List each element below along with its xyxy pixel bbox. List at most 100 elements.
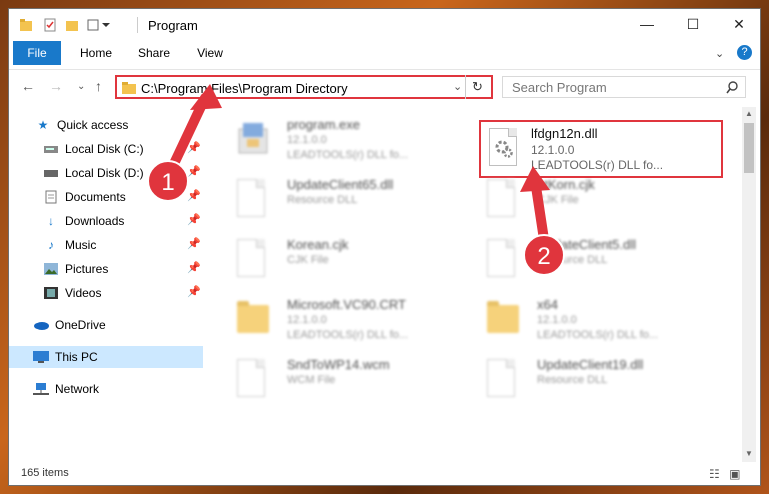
folder-icon <box>487 299 519 339</box>
computer-icon <box>33 349 49 365</box>
pin-icon[interactable]: 📌 <box>187 165 201 178</box>
file-description: LEADTOOLS(r) DLL fo... <box>287 149 409 161</box>
file-description: LEADTOOLS(r) DLL fo... <box>287 329 409 341</box>
videos-icon <box>43 285 59 301</box>
back-arrow-icon[interactable]: ← <box>21 78 35 94</box>
nav-music[interactable]: ♪ Music 📌 <box>9 234 203 256</box>
forward-arrow-icon[interactable]: → <box>49 78 63 94</box>
recent-locations-chevron-icon[interactable]: ⌄ <box>77 81 85 92</box>
pin-icon[interactable]: 📌 <box>187 261 201 274</box>
folder-icon <box>19 17 33 33</box>
chevron-down-icon[interactable]: ⌄ <box>715 47 724 60</box>
file-item-program-exe[interactable]: program.exe 12.1.0.0 LEADTOOLS(r) DLL fo… <box>221 113 461 169</box>
file-description: LEADTOOLS(r) DLL fo... <box>531 158 664 172</box>
address-path: C:\Program Files\Program Directory <box>141 81 348 96</box>
title-bar: Program — ☐ ✕ <box>9 9 760 41</box>
tab-view[interactable]: View <box>187 41 233 65</box>
nav-onedrive[interactable]: OneDrive <box>9 314 203 336</box>
file-name: Microsoft.VC90.CRT <box>287 297 406 312</box>
pin-icon[interactable]: 📌 <box>187 285 201 298</box>
address-bar[interactable]: C:\Program Files\Program Directory ⌄ ↻ <box>115 75 493 99</box>
download-icon: ↓ <box>48 214 54 228</box>
callout-badge-two: 2 <box>523 234 565 276</box>
nav-label: Downloads <box>65 214 125 228</box>
pin-icon[interactable]: 📌 <box>187 189 201 202</box>
scroll-down-icon[interactable]: ▼ <box>745 449 753 458</box>
details-view-icon[interactable]: ☷ <box>709 467 720 481</box>
up-arrow-icon[interactable]: ↑ <box>95 78 102 94</box>
file-type: Resource DLL <box>537 374 608 386</box>
file-type: CJK File <box>287 254 329 266</box>
nav-label: Videos <box>65 286 102 300</box>
file-version: 12.1.0.0 <box>531 143 575 157</box>
scroll-up-icon[interactable]: ▲ <box>745 109 753 118</box>
close-button[interactable]: ✕ <box>716 9 760 39</box>
nav-label: Local Disk (C:) <box>65 142 144 156</box>
file-item-updateclient5[interactable]: UpdateClient5.dll Resource DLL <box>471 233 711 289</box>
file-name: UpdateClient19.dll <box>537 357 644 372</box>
file-name: SndToWP14.wcm <box>287 357 390 372</box>
customize-toolbar-icon[interactable] <box>87 17 111 33</box>
file-icon <box>237 239 269 279</box>
file-item-updateclient65[interactable]: UpdateClient65.dll Resource DLL <box>221 173 461 229</box>
nav-pictures[interactable]: Pictures 📌 <box>9 258 203 280</box>
pin-icon[interactable]: 📌 <box>187 237 201 250</box>
file-item-updateclient19[interactable]: UpdateClient19.dll Resource DLL <box>471 353 711 409</box>
pictures-icon <box>43 261 59 277</box>
drive-icon <box>43 141 59 157</box>
file-name: LtKorn.cjk <box>537 177 595 192</box>
nav-videos[interactable]: Videos 📌 <box>9 282 203 304</box>
nav-local-disk-c[interactable]: Local Disk (C:) 📌 <box>9 138 203 160</box>
file-item-lfdgn12n-dll[interactable]: lfdgn12n.dll 12.1.0.0 LEADTOOLS(r) DLL f… <box>479 120 723 178</box>
file-type: WCM File <box>287 374 336 386</box>
help-icon[interactable]: ? <box>737 45 752 60</box>
file-version: 12.1.0.0 <box>287 134 327 146</box>
search-input[interactable]: Search Program <box>502 76 746 98</box>
large-icons-view-icon[interactable]: ▣ <box>729 467 740 481</box>
search-icon[interactable] <box>726 81 739 94</box>
network-icon <box>33 381 49 397</box>
nav-label: Music <box>65 238 97 252</box>
music-icon: ♪ <box>48 238 54 252</box>
minimize-button[interactable]: — <box>624 9 670 39</box>
pin-icon[interactable]: 📌 <box>187 141 201 154</box>
dll-gear-icon <box>487 359 519 399</box>
file-item-microsoft-vc90-crt[interactable]: Microsoft.VC90.CRT 12.1.0.0 LEADTOOLS(r)… <box>221 293 461 353</box>
file-type: CJK File <box>537 194 579 206</box>
folder-icon <box>237 299 269 339</box>
pin-icon[interactable]: 📌 <box>187 213 201 226</box>
file-version: 12.1.0.0 <box>287 314 327 326</box>
search-placeholder: Search Program <box>512 80 607 95</box>
new-folder-icon[interactable] <box>65 17 79 33</box>
file-item-ltkorn[interactable]: LtKorn.cjk CJK File <box>471 173 711 229</box>
nav-network[interactable]: Network <box>9 378 203 400</box>
file-name: x64 <box>537 297 558 312</box>
star-icon: ★ <box>37 118 49 132</box>
nav-this-pc[interactable]: This PC <box>9 346 203 368</box>
file-name: program.exe <box>287 117 360 132</box>
nav-quick-access[interactable]: ★ Quick access <box>9 114 203 136</box>
vertical-scrollbar[interactable]: ▲ ▼ <box>742 107 756 462</box>
file-name: Korean.cjk <box>287 237 349 252</box>
tab-home[interactable]: Home <box>71 41 121 65</box>
nav-label: Local Disk (D:) <box>65 166 144 180</box>
nav-label: Documents <box>65 190 126 204</box>
tab-file[interactable]: File <box>13 41 61 65</box>
tab-share[interactable]: Share <box>129 41 179 65</box>
dll-gear-icon <box>489 128 521 168</box>
file-name: lfdgn12n.dll <box>531 126 598 141</box>
nav-label: Quick access <box>57 118 129 132</box>
file-item-sndtowp14[interactable]: SndToWP14.wcm WCM File <box>221 353 461 409</box>
scrollbar-thumb[interactable] <box>744 123 754 173</box>
maximize-button[interactable]: ☐ <box>670 9 716 39</box>
nav-label: Pictures <box>65 262 109 276</box>
file-item-korean-cjk[interactable]: Korean.cjk CJK File <box>221 233 461 289</box>
address-dropdown-icon[interactable]: ⌄ <box>453 80 462 93</box>
status-item-count: 165 items <box>21 467 69 479</box>
properties-icon[interactable] <box>43 17 57 33</box>
file-item-x64[interactable]: x64 12.1.0.0 LEADTOOLS(r) DLL fo... <box>471 293 711 353</box>
view-buttons: ☷ ▣ <box>709 467 740 481</box>
nav-downloads[interactable]: ↓ Downloads 📌 <box>9 210 203 232</box>
refresh-icon[interactable]: ↻ <box>472 79 483 95</box>
folder-icon <box>122 82 136 94</box>
